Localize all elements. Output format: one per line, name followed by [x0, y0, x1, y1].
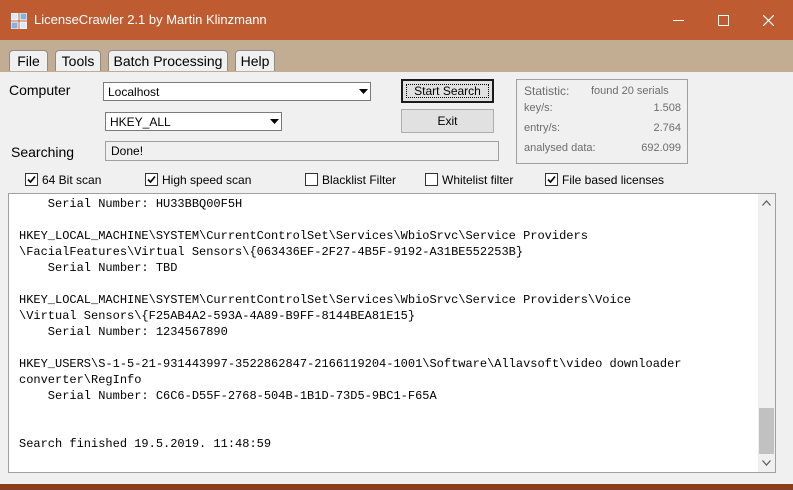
- checkmark-icon: [547, 175, 556, 184]
- checkmark-icon: [27, 175, 36, 184]
- exit-button[interactable]: Exit: [401, 109, 494, 133]
- stat-row-keys: key/s: 1.508: [524, 102, 681, 116]
- computer-label: Computer: [9, 82, 71, 98]
- option-label: Whitelist filter: [442, 173, 514, 187]
- stat-value: 1.508: [653, 102, 681, 114]
- hive-value: HKEY_ALL: [110, 115, 171, 129]
- chevron-down-icon: [270, 119, 279, 124]
- search-status-field: Done!: [105, 141, 499, 161]
- close-button[interactable]: [745, 0, 791, 40]
- checkbox[interactable]: [25, 173, 38, 186]
- tab-file[interactable]: File: [9, 50, 48, 71]
- scroll-up-icon[interactable]: [762, 200, 771, 206]
- search-status-value: Done!: [111, 144, 144, 158]
- close-icon: [763, 15, 774, 26]
- searching-label: Searching: [11, 144, 75, 160]
- output-line: Serial Number: C6C6-D55F-2768-504B-1B1D-…: [19, 389, 437, 403]
- maximize-button[interactable]: [700, 0, 746, 40]
- output-line: converter\RegInfo: [19, 373, 142, 387]
- start-search-label: Start Search: [414, 84, 481, 98]
- checkbox[interactable]: [305, 173, 318, 186]
- title-bar[interactable]: LicenseCrawler 2.1 by Martin Klinzmann: [0, 0, 793, 40]
- scroll-down-icon[interactable]: [762, 460, 771, 466]
- tab-tools[interactable]: Tools: [55, 50, 101, 71]
- window-title: LicenseCrawler 2.1 by Martin Klinzmann: [34, 12, 267, 27]
- menu-tab-bar: File Tools Batch Processing Help: [0, 40, 793, 72]
- maximize-icon: [718, 15, 729, 26]
- checkbox[interactable]: [545, 173, 558, 186]
- scrollbar-thumb[interactable]: [759, 408, 774, 454]
- statistic-panel: Statistic: found 20 serials key/s: 1.508…: [516, 79, 688, 164]
- minimize-button[interactable]: [655, 0, 701, 40]
- stat-row-analysed: analysed data: 692.099: [524, 142, 681, 156]
- results-lines: Serial Number: HU33BBQ00F5H HKEY_LOCAL_M…: [19, 196, 759, 452]
- chevron-down-icon: [359, 89, 368, 94]
- computer-combobox[interactable]: Localhost: [103, 82, 371, 101]
- stat-value: 692.099: [641, 142, 681, 154]
- tab-batch-processing[interactable]: Batch Processing: [108, 50, 228, 71]
- output-line: HKEY_LOCAL_MACHINE\SYSTEM\CurrentControl…: [19, 229, 588, 243]
- exit-label: Exit: [437, 114, 458, 128]
- option-label: Blacklist Filter: [322, 173, 397, 187]
- minimize-icon: [673, 20, 684, 21]
- computer-value: Localhost: [108, 85, 160, 99]
- stat-row-entries: entry/s: 2.764: [524, 122, 681, 136]
- stat-value: 2.764: [653, 122, 681, 134]
- statistic-title: Statistic:: [524, 84, 570, 98]
- app-icon: [11, 13, 27, 29]
- output-line: Serial Number: HU33BBQ00F5H: [19, 197, 243, 211]
- registry-hive-combobox[interactable]: HKEY_ALL: [105, 112, 282, 131]
- checkbox[interactable]: [145, 173, 158, 186]
- start-search-button[interactable]: Start Search: [401, 79, 494, 103]
- option-label: File based licenses: [562, 173, 665, 187]
- output-line: Serial Number: 1234567890: [19, 325, 228, 339]
- option-label: 64 Bit scan: [42, 173, 102, 187]
- stat-key: analysed data:: [524, 142, 596, 154]
- app-window: LicenseCrawler 2.1 by Martin Klinzmann F…: [0, 0, 793, 484]
- checkbox[interactable]: [425, 173, 438, 186]
- tab-help[interactable]: Help: [235, 50, 275, 71]
- output-line: Search finished 19.5.2019. 11:48:59: [19, 437, 272, 451]
- stat-key: key/s:: [524, 102, 553, 114]
- output-line: \Virtual Sensors\{F25AB4A2-593A-4A89-B9F…: [19, 309, 416, 323]
- vertical-scrollbar[interactable]: [758, 194, 775, 472]
- results-output[interactable]: Serial Number: HU33BBQ00F5H HKEY_LOCAL_M…: [8, 193, 776, 473]
- output-line: Serial Number: TBD: [19, 261, 178, 275]
- output-line: HKEY_USERS\S-1-5-21-931443997-3522862847…: [19, 357, 682, 371]
- output-line: \FacialFeatures\Virtual Sensors\{063436E…: [19, 245, 524, 259]
- stat-key: entry/s:: [524, 122, 561, 134]
- option-label: High speed scan: [162, 173, 252, 187]
- statistic-found: found 20 serials: [591, 85, 669, 97]
- checkmark-icon: [147, 175, 156, 184]
- output-line: HKEY_LOCAL_MACHINE\SYSTEM\CurrentControl…: [19, 293, 632, 307]
